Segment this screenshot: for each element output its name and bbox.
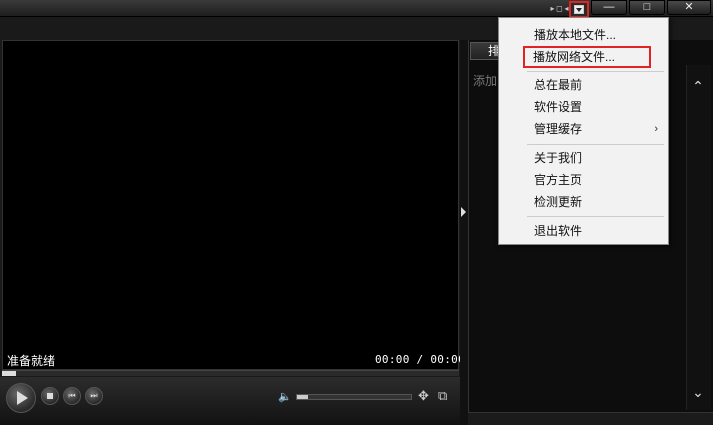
progress-thumb[interactable]	[2, 371, 16, 376]
menu-item-play-network[interactable]: 播放网络文件...	[523, 46, 651, 68]
scroll-down-icon[interactable]: ⌄	[688, 384, 708, 400]
volume-slider[interactable]	[296, 394, 412, 400]
menu-item-always-on-top[interactable]: 总在最前	[499, 75, 668, 95]
menu-item-settings[interactable]: 软件设置	[499, 97, 668, 117]
playlist-toggle-icon[interactable]: ⧉	[438, 388, 447, 404]
stop-button[interactable]	[41, 387, 59, 405]
previous-button[interactable]: ⏮	[63, 387, 81, 405]
previous-icon: ⏮	[68, 391, 76, 400]
title-bar: ▸ ◻ ◂ — □ ✕	[0, 0, 713, 18]
play-button[interactable]	[6, 383, 36, 413]
menu-item-label: 管理缓存	[534, 122, 583, 136]
volume-level	[297, 395, 308, 399]
next-button[interactable]: ⏭	[85, 387, 103, 405]
menu-item-exit[interactable]: 退出软件	[499, 221, 668, 241]
menu-item-homepage[interactable]: 官方主页	[499, 170, 668, 190]
control-bar: ⏮ ⏭ 🔈 ✥ ⧉	[0, 377, 462, 425]
menu-item-check-update[interactable]: 检测更新	[499, 192, 668, 212]
panel-divider	[460, 40, 468, 425]
status-text: 准备就绪	[7, 354, 56, 368]
expand-panel-icon[interactable]	[461, 207, 466, 217]
scroll-up-icon[interactable]: ⌃	[688, 78, 708, 94]
panel-footer	[468, 412, 713, 425]
minimize-button[interactable]: —	[591, 0, 627, 15]
main-menu-button[interactable]	[569, 1, 589, 18]
next-icon: ⏭	[90, 391, 98, 400]
progress-bar[interactable]	[2, 370, 459, 376]
playlist-scrollbar[interactable]	[686, 65, 711, 410]
menu-item-manage-cache[interactable]: 管理缓存 ›	[499, 119, 668, 139]
menu-item-play-local[interactable]: 播放本地文件...	[499, 25, 668, 45]
video-area[interactable]	[2, 40, 459, 370]
add-hint-text[interactable]: 添加	[473, 72, 497, 89]
menu-dropdown-icon	[574, 5, 584, 14]
chevron-right-icon: ›	[654, 123, 658, 135]
volume-icon[interactable]: 🔈	[278, 390, 292, 403]
close-button[interactable]: ✕	[667, 0, 711, 15]
menu-separator	[527, 144, 664, 145]
menu-separator	[527, 71, 664, 72]
menu-item-about[interactable]: 关于我们	[499, 148, 668, 168]
menu-separator	[527, 216, 664, 217]
main-dropdown-menu: 播放本地文件... 播放网络文件... 总在最前 软件设置 管理缓存 › 关于我…	[498, 17, 669, 245]
settings-icon[interactable]: ✥	[418, 388, 429, 404]
time-display: 00:00 / 00:00	[375, 353, 465, 366]
maximize-button[interactable]: □	[629, 0, 665, 15]
